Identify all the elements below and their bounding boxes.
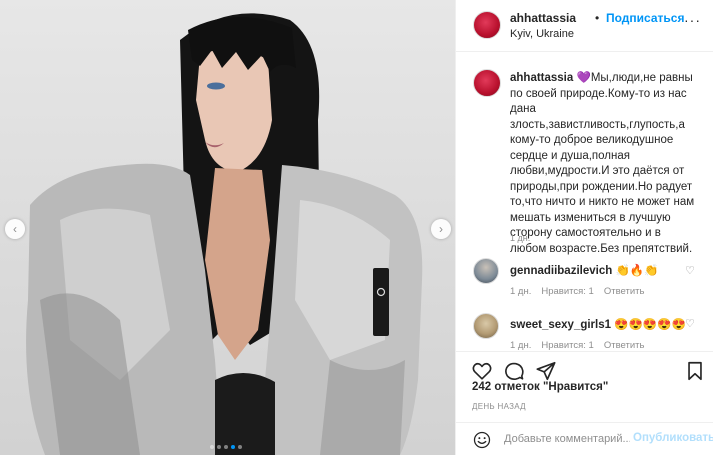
post-photo[interactable]: ‹ › (0, 0, 455, 455)
photo-illustration (26, 13, 423, 455)
comment-text: 👏🔥👏 (615, 265, 659, 277)
smiley-icon[interactable] (473, 431, 491, 449)
comment-input[interactable] (504, 431, 630, 447)
post-timestamp: ДЕНЬ НАЗАД (472, 402, 526, 411)
paper-plane-icon[interactable] (535, 360, 557, 382)
carousel-dot (224, 445, 228, 449)
carousel-prev-button[interactable]: ‹ (5, 219, 25, 239)
post-caption: ahhattassia 💜Мы,люди,не равны по своей п… (510, 71, 700, 257)
purple-heart-emoji: 💜 (576, 72, 591, 84)
comment-likes[interactable]: Нравится: 1 (541, 340, 593, 351)
caption-avatar[interactable] (473, 69, 501, 97)
separator-dot: • (595, 11, 600, 25)
comment-meta: 1 дн. Нравится: 1 Ответить (510, 340, 644, 351)
comment-meta: 1 дн. Нравится: 1 Ответить (510, 286, 644, 297)
comment-reply-button[interactable]: Ответить (604, 286, 645, 297)
comment-time: 1 дн. (510, 340, 532, 351)
carousel-dot (210, 445, 214, 449)
comment-item: gennadiibazilevich 👏🔥👏 (510, 263, 658, 277)
likes-count[interactable]: 242 отметок "Нравится" (472, 381, 608, 393)
more-options-icon[interactable]: ··· (684, 12, 701, 28)
comment-reply-button[interactable]: Ответить (604, 340, 645, 351)
comment-bubble-icon[interactable] (503, 360, 525, 382)
commenter-avatar[interactable] (473, 258, 499, 284)
post-actions: 242 отметок "Нравится" ДЕНЬ НАЗАД Опубли… (456, 351, 713, 453)
caption-username[interactable]: ahhattassia (510, 72, 573, 84)
publish-comment-button[interactable]: Опубликовать (633, 432, 713, 444)
carousel-indicator (210, 445, 242, 449)
comments-section[interactable]: ahhattassia 💜Мы,люди,не равны по своей п… (456, 53, 713, 351)
carousel-dot-active (231, 445, 235, 449)
heart-outline-icon[interactable] (471, 360, 493, 382)
carousel-dot (217, 445, 221, 449)
comment-text: 😍😍😍😍😍 (614, 319, 686, 331)
caption-time: 1 дн. (510, 233, 531, 243)
comment-time: 1 дн. (510, 286, 532, 297)
post-side-panel: ahhattassia • Подписаться Kyiv, Ukraine … (455, 0, 713, 455)
post-header: ahhattassia • Подписаться Kyiv, Ukraine … (456, 0, 713, 52)
comment-item: sweet_sexy_girls1 😍😍😍😍😍 (510, 317, 686, 331)
comment-like-icon[interactable]: ♡ (685, 317, 695, 330)
comment-like-icon[interactable]: ♡ (685, 264, 695, 277)
post-location[interactable]: Kyiv, Ukraine (510, 28, 574, 40)
add-comment-bar: Опубликовать (456, 422, 713, 454)
comment-username[interactable]: sweet_sexy_girls1 (510, 319, 611, 331)
comment-likes[interactable]: Нравится: 1 (541, 286, 593, 297)
follow-button[interactable]: Подписаться (606, 11, 684, 25)
carousel-dot (238, 445, 242, 449)
author-username[interactable]: ahhattassia (510, 11, 576, 25)
commenter-avatar[interactable] (473, 313, 499, 339)
bookmark-icon[interactable] (684, 360, 706, 382)
author-avatar[interactable] (473, 11, 501, 39)
caption-text: Мы,люди,не равны по своей природе.Кому-т… (510, 72, 695, 255)
carousel-next-button[interactable]: › (431, 219, 451, 239)
comment-username[interactable]: gennadiibazilevich (510, 265, 612, 277)
